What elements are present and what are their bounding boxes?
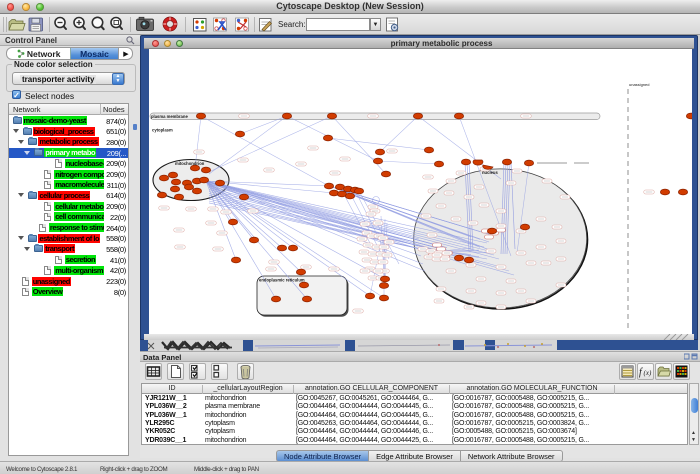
svg-text:mitochondrion: mitochondrion	[175, 161, 205, 166]
svg-text:(x): (x)	[644, 369, 652, 377]
svg-text:cytoplasm: cytoplasm	[152, 128, 173, 133]
svg-text:nucleus: nucleus	[482, 170, 498, 175]
svg-text:unassigned: unassigned	[629, 82, 649, 87]
svg-text:plasma membrane: plasma membrane	[151, 114, 188, 119]
svg-text:endoplasmic reticulum: endoplasmic reticulum	[259, 278, 305, 283]
svg-text:f: f	[639, 367, 643, 378]
